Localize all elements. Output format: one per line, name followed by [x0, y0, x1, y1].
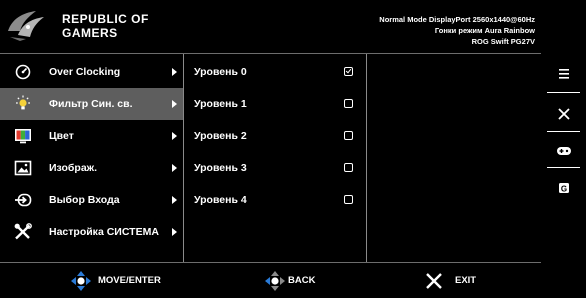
submenu-item-level-0[interactable]: Уровень 0 — [184, 56, 366, 88]
status-info: Normal Mode DisplayPort 2560x1440@60Hz Г… — [379, 14, 535, 47]
gamevisual-icon[interactable]: G — [554, 180, 574, 196]
menu-label-image: Изображ. — [49, 162, 98, 174]
menu-label-input-select: Выбор Входа — [49, 194, 120, 206]
brand-title: REPUBLIC OF GAMERS — [62, 12, 149, 40]
osd-header: REPUBLIC OF GAMERS Normal Mode DisplayPo… — [0, 0, 541, 54]
submenu-item-level-1[interactable]: Уровень 1 — [184, 88, 366, 120]
submenu-item-level-3[interactable]: Уровень 3 — [184, 152, 366, 184]
menu-item-color[interactable]: Цвет — [0, 120, 183, 152]
menu-label-blue-light-filter: Фильтр Син. св. — [49, 98, 133, 110]
osd-window: REPUBLIC OF GAMERS Normal Mode DisplayPo… — [0, 0, 586, 298]
joystick-back-icon — [265, 270, 285, 291]
submenu-label: Уровень 3 — [194, 162, 247, 174]
rail-divider — [547, 92, 580, 93]
checkbox-unchecked-icon[interactable] — [344, 131, 353, 140]
rog-logo-icon — [8, 11, 44, 41]
color-palette-icon — [15, 129, 31, 144]
rail-divider — [547, 167, 580, 168]
joystick-move-icon — [71, 270, 91, 291]
gamepad-icon[interactable] — [554, 143, 574, 159]
speedometer-icon — [15, 64, 31, 80]
brand-line-2: GAMERS — [62, 26, 118, 40]
third-level-panel — [367, 54, 541, 262]
menu-item-blue-light-filter[interactable]: Фильтр Син. св. — [0, 88, 183, 120]
image-icon — [14, 160, 32, 176]
input-select-icon — [15, 193, 32, 207]
submenu-label: Уровень 4 — [194, 194, 247, 206]
submenu-item-level-4[interactable]: Уровень 4 — [184, 184, 366, 216]
submenu-label: Уровень 1 — [194, 98, 247, 110]
hint-exit-label: EXIT — [455, 275, 477, 286]
menu-label-color: Цвет — [49, 130, 74, 142]
menu-icon[interactable] — [554, 66, 574, 82]
status-line-2: Гонки режим Aura Rainbow — [434, 26, 535, 35]
hint-move-enter-label: MOVE/ENTER — [98, 275, 161, 286]
menu-item-input-select[interactable]: Выбор Входа — [0, 184, 183, 216]
checkbox-unchecked-icon[interactable] — [344, 195, 353, 204]
status-line-1: Normal Mode DisplayPort 2560x1440@60Hz — [379, 15, 535, 24]
chevron-right-icon — [172, 164, 177, 172]
main-menu: Over Clocking Фильтр Син. св. Цвет Изобр… — [0, 54, 183, 262]
hint-back-label: BACK — [288, 275, 316, 286]
menu-item-system-setup[interactable]: Настройка СИСТЕМА — [0, 216, 183, 248]
svg-text:G: G — [561, 184, 567, 193]
chevron-right-icon — [172, 228, 177, 236]
close-icon[interactable] — [554, 106, 574, 122]
menu-label-system-setup: Настройка СИСТЕМА — [49, 226, 159, 238]
submenu-item-level-2[interactable]: Уровень 2 — [184, 120, 366, 152]
menu-item-overclocking[interactable]: Over Clocking — [0, 56, 183, 88]
chevron-right-icon — [172, 68, 177, 76]
hint-exit: EXIT — [425, 263, 476, 298]
submenu-label: Уровень 2 — [194, 130, 247, 142]
close-icon — [426, 272, 442, 289]
hint-back: BACK — [264, 263, 315, 298]
osd-footer: MOVE/ENTER BACK EXIT — [0, 263, 541, 298]
chevron-right-icon — [172, 132, 177, 140]
submenu: Уровень 0 Уровень 1 Уровень 2 Уровень 3 … — [184, 54, 366, 262]
status-line-3: ROG Swift PG27V — [471, 37, 535, 46]
menu-item-image[interactable]: Изображ. — [0, 152, 183, 184]
shortcut-rail: G — [541, 0, 586, 298]
hint-move-enter: MOVE/ENTER — [70, 263, 161, 298]
checkbox-checked-icon[interactable] — [344, 67, 353, 76]
chevron-right-icon — [172, 196, 177, 204]
rail-divider — [547, 131, 580, 132]
light-bulb-icon — [16, 95, 30, 110]
checkbox-unchecked-icon[interactable] — [344, 163, 353, 172]
chevron-right-icon — [172, 100, 177, 108]
osd-panel: REPUBLIC OF GAMERS Normal Mode DisplayPo… — [0, 0, 541, 298]
menu-label-overclocking: Over Clocking — [49, 66, 121, 78]
checkbox-unchecked-icon[interactable] — [344, 99, 353, 108]
brand-line-1: REPUBLIC OF — [62, 12, 149, 26]
wrench-tools-icon — [14, 223, 32, 240]
submenu-label: Уровень 0 — [194, 66, 247, 78]
